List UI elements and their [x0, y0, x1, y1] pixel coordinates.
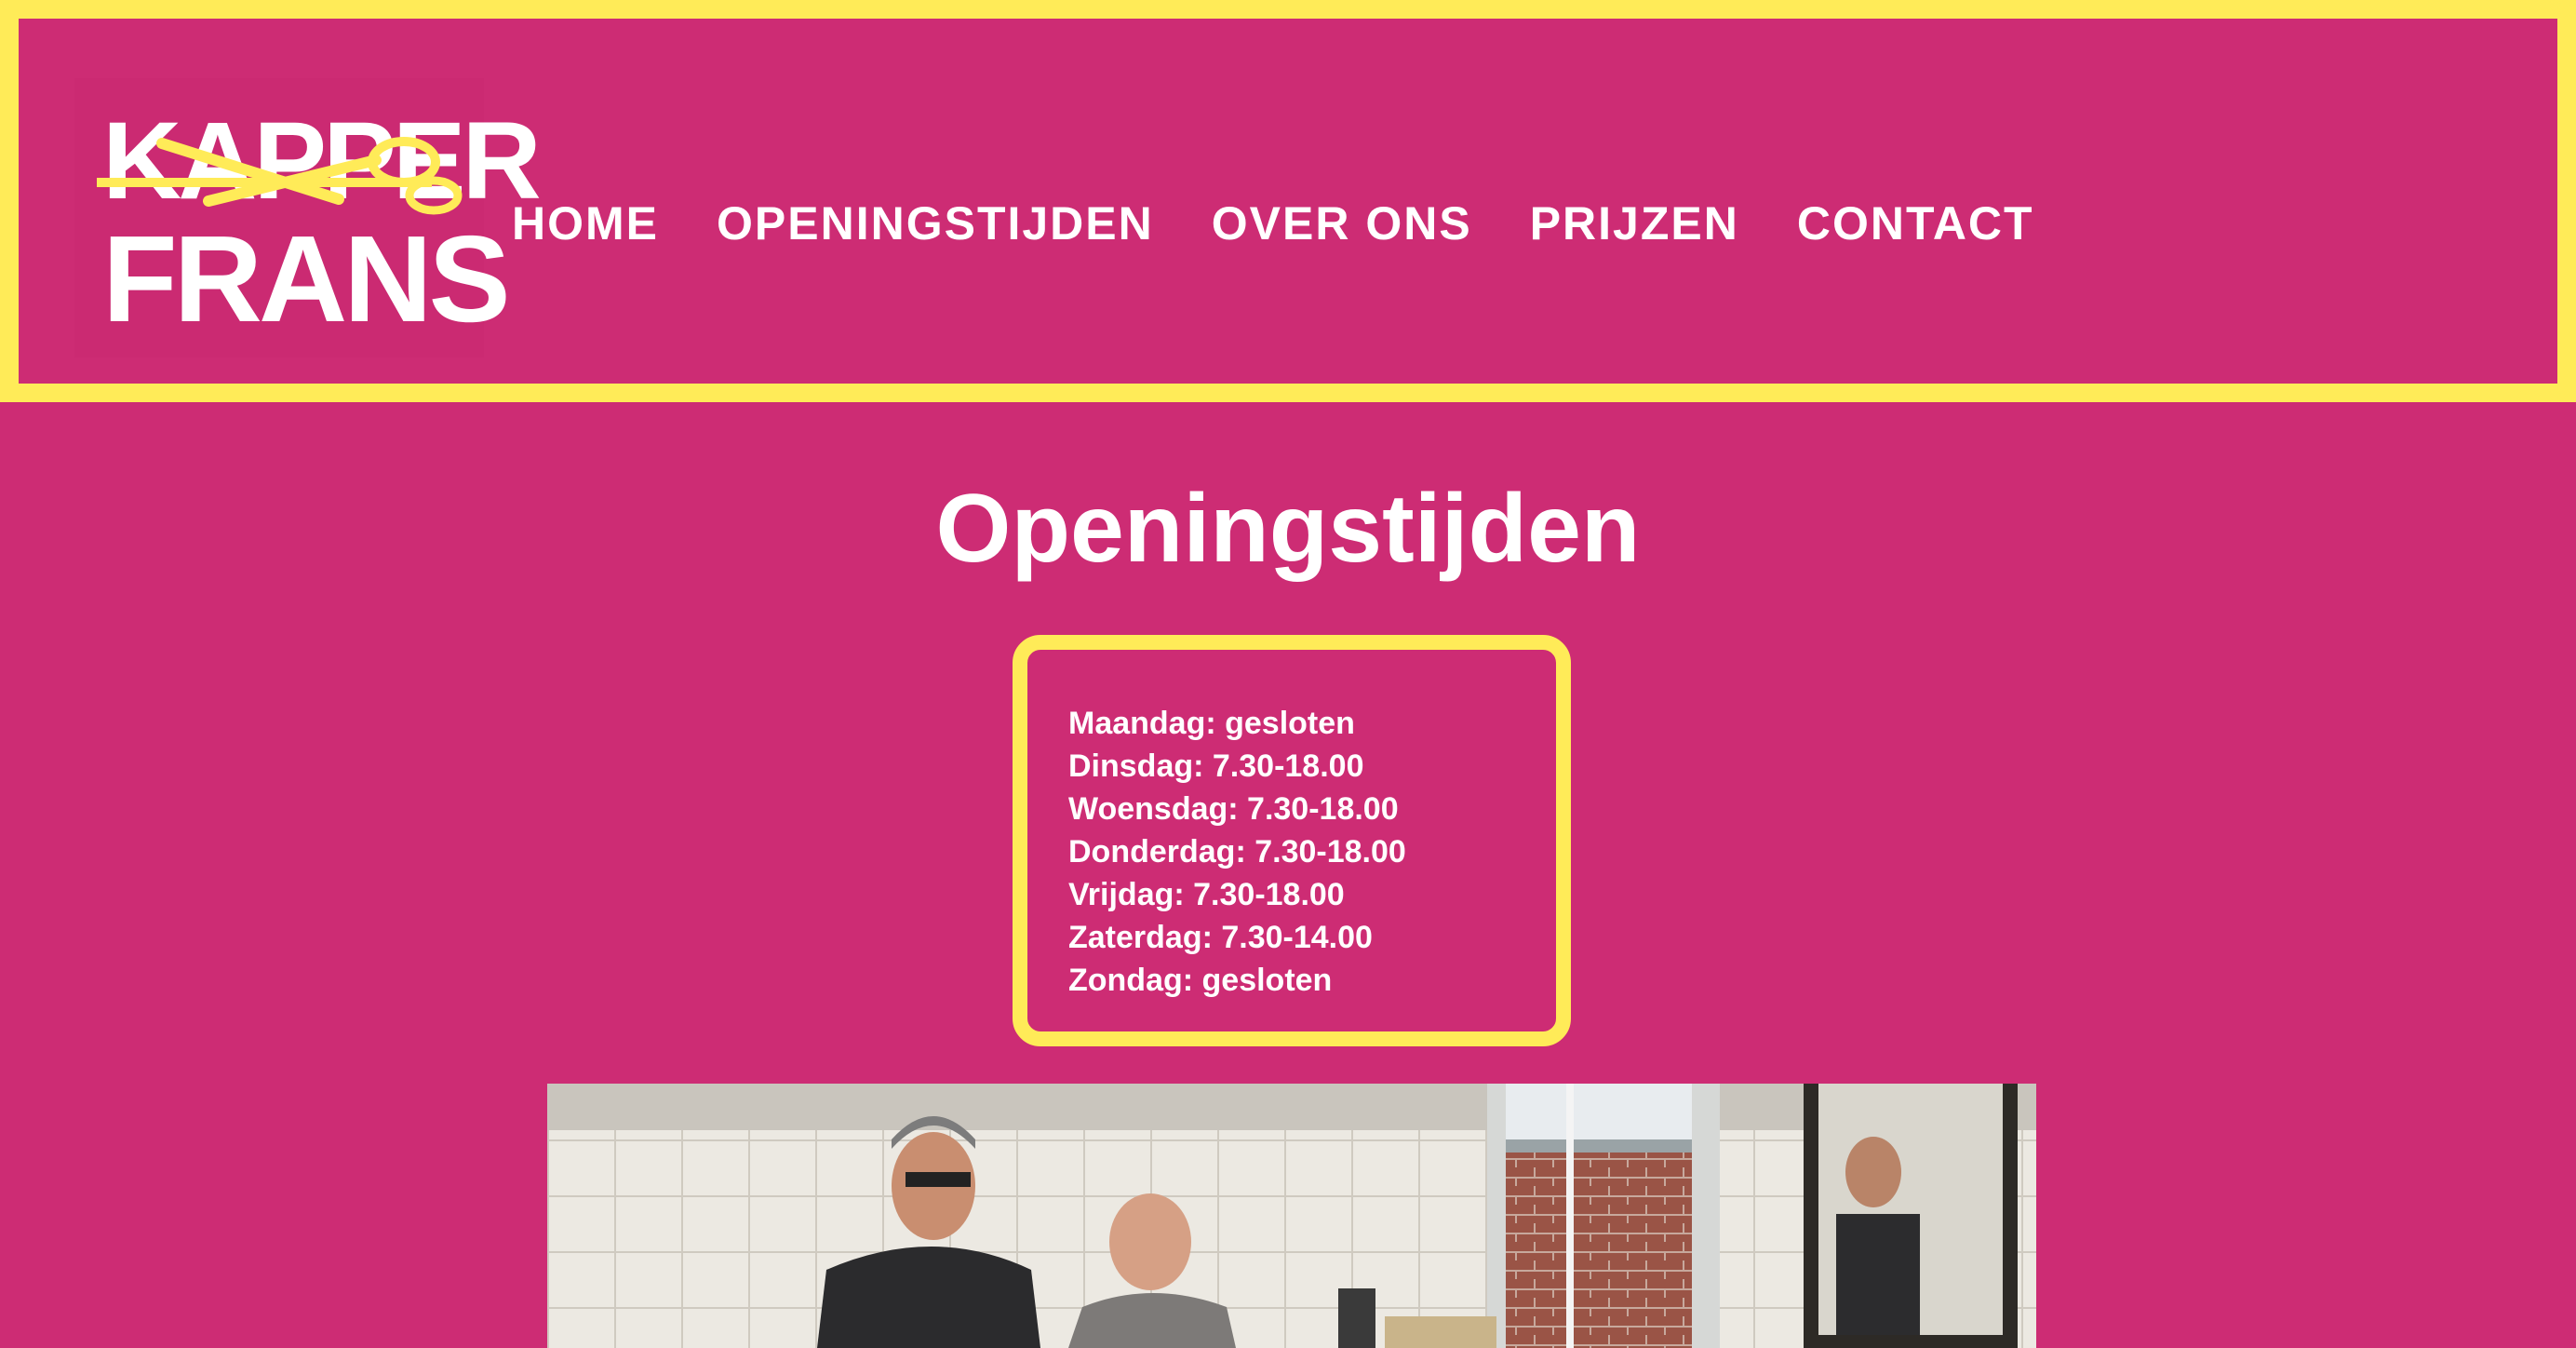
nav-openingstijden[interactable]: OPENINGSTIJDEN [717, 195, 1154, 251]
logo-line-2: FRANS [102, 210, 511, 347]
salon-photo [547, 1084, 2036, 1348]
nav-over-ons[interactable]: OVER ONS [1212, 195, 1472, 251]
hours-friday: Vrijdag: 7.30-18.00 [1068, 877, 1345, 912]
salon-photo-illustration [547, 1084, 2036, 1348]
nav-contact[interactable]: CONTACT [1797, 195, 2034, 251]
scissors-icon [97, 137, 463, 215]
hours-wednesday: Woensdag: 7.30-18.00 [1068, 791, 1399, 827]
hours-monday: Maandag: gesloten [1068, 706, 1355, 741]
hours-tuesday: Dinsdag: 7.30-18.00 [1068, 748, 1364, 784]
kapper-frans-logo[interactable]: KAPPER FRANS [74, 78, 542, 357]
hours-saturday: Zaterdag: 7.30-14.00 [1068, 920, 1373, 955]
hours-sunday: Zondag: gesloten [1068, 963, 1333, 998]
hours-thursday: Donderdag: 7.30-18.00 [1068, 834, 1406, 869]
main-nav: HOME OPENINGSTIJDEN OVER ONS PRIJZEN CON… [512, 195, 2092, 251]
page-title: Openingstijden [935, 475, 1641, 583]
nav-home[interactable]: HOME [512, 195, 659, 251]
site-header: KAPPER FRANS HOME OPENINGSTIJDEN OVER ON… [0, 0, 2576, 402]
opening-hours-box: Maandag: gesloten Dinsdag: 7.30-18.00 Wo… [1013, 635, 1571, 1046]
nav-prijzen[interactable]: PRIJZEN [1530, 195, 1739, 251]
